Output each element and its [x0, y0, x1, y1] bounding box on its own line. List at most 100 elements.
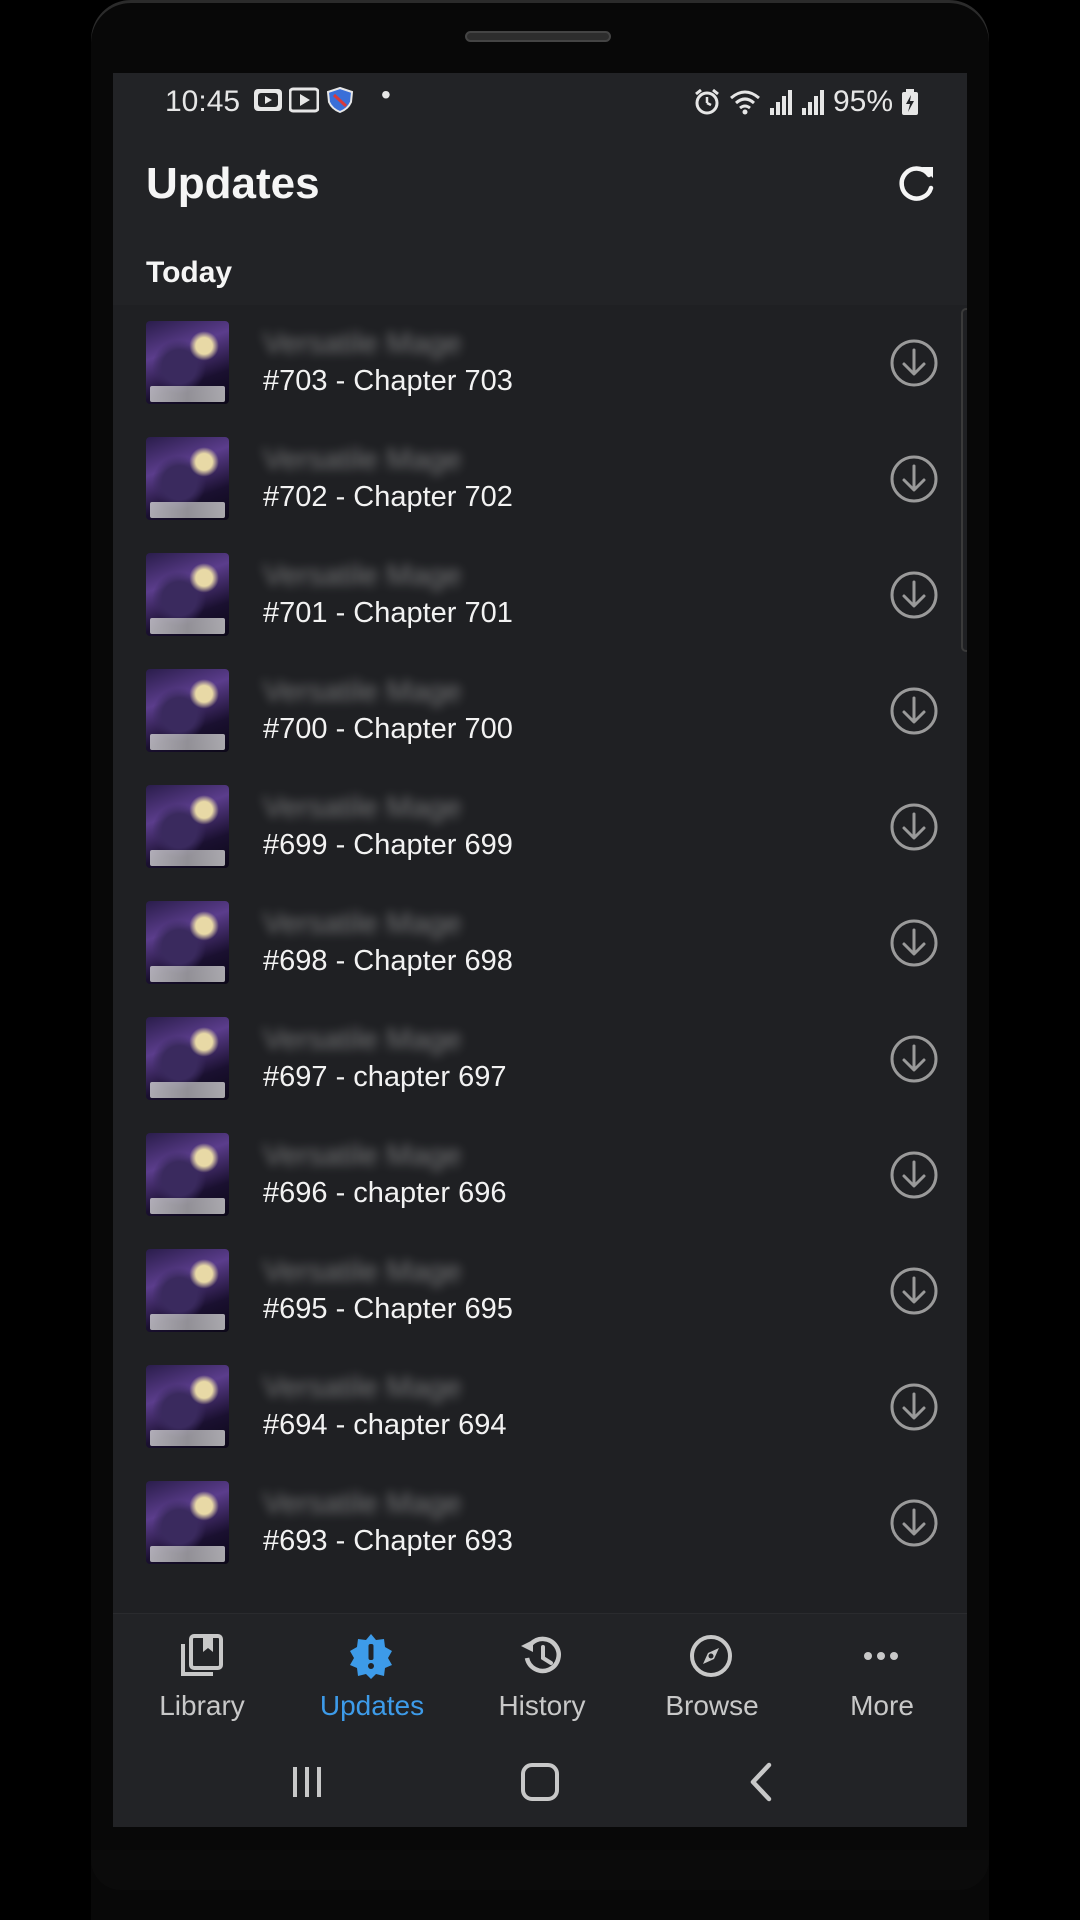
- download-icon[interactable]: [889, 570, 939, 620]
- cover-title-art: [150, 502, 225, 518]
- cover-title-art: [150, 1314, 225, 1330]
- update-list-item[interactable]: Versatile Mage #701 - Chapter 701: [113, 537, 967, 653]
- phone-chin: [91, 1850, 989, 1890]
- updates-badge-icon: [350, 1634, 392, 1679]
- series-title: Versatile Mage: [263, 1487, 462, 1520]
- manga-cover-thumbnail: [146, 669, 229, 752]
- series-title: Versatile Mage: [263, 1255, 462, 1288]
- updates-list: Versatile Mage #703 - Chapter 703 Versatil…: [113, 305, 967, 1685]
- home-button[interactable]: [510, 1757, 570, 1807]
- manga-cover-thumbnail: [146, 437, 229, 520]
- manga-cover-thumbnail: [146, 1133, 229, 1216]
- status-bar: 10:45 • 95%: [113, 73, 967, 125]
- download-icon[interactable]: [889, 1382, 939, 1432]
- cover-title-art: [150, 1546, 225, 1562]
- wifi-icon: [729, 90, 760, 115]
- bottom-navigation: Library Updates History Browse More: [113, 1613, 967, 1736]
- chapter-title: #702 - Chapter 702: [263, 481, 513, 513]
- chapter-title: #693 - Chapter 693: [263, 1525, 513, 1557]
- download-icon[interactable]: [889, 454, 939, 504]
- cover-title-art: [150, 618, 225, 634]
- series-title: Versatile Mage: [263, 559, 462, 592]
- series-title: Versatile Mage: [263, 675, 462, 708]
- series-title: Versatile Mage: [263, 327, 462, 360]
- notification-icons: [253, 87, 355, 113]
- update-list-item[interactable]: Versatile Mage #700 - Chapter 700: [113, 653, 967, 769]
- manga-cover-thumbnail: [146, 1481, 229, 1564]
- download-icon[interactable]: [889, 1034, 939, 1084]
- nav-history[interactable]: History: [462, 1614, 622, 1736]
- more-horizontal-icon: [864, 1652, 898, 1660]
- cover-title-art: [150, 966, 225, 982]
- download-icon[interactable]: [889, 1150, 939, 1200]
- series-title: Versatile Mage: [263, 1023, 462, 1056]
- nav-more[interactable]: More: [802, 1614, 962, 1736]
- cover-title-art: [150, 1430, 225, 1446]
- cover-title-art: [150, 1198, 225, 1214]
- chapter-title: #696 - chapter 696: [263, 1177, 507, 1209]
- update-list-item[interactable]: Versatile Mage #699 - Chapter 699: [113, 769, 967, 885]
- nav-label-history: History: [498, 1690, 586, 1721]
- download-icon[interactable]: [889, 918, 939, 968]
- update-list-item[interactable]: Versatile Mage #696 - chapter 696: [113, 1117, 967, 1233]
- chapter-title: #699 - Chapter 699: [263, 829, 513, 861]
- manga-cover-thumbnail: [146, 1365, 229, 1448]
- nav-label-library: Library: [159, 1690, 245, 1721]
- refresh-icon[interactable]: [893, 161, 939, 207]
- chapter-title: #700 - Chapter 700: [263, 713, 513, 745]
- series-title: Versatile Mage: [263, 443, 462, 476]
- shield-notification-icon: [326, 87, 354, 113]
- update-list-item[interactable]: Versatile Mage #702 - Chapter 702: [113, 421, 967, 537]
- chapter-title: #695 - Chapter 695: [263, 1293, 513, 1325]
- back-button[interactable]: [733, 1757, 793, 1807]
- manga-cover-thumbnail: [146, 553, 229, 636]
- series-title: Versatile Mage: [263, 791, 462, 824]
- download-icon[interactable]: [889, 802, 939, 852]
- play-store-notification-icon: [289, 87, 319, 113]
- chapter-title: #701 - Chapter 701: [263, 597, 513, 629]
- chapter-title: #697 - chapter 697: [263, 1061, 507, 1093]
- nav-library[interactable]: Library: [122, 1614, 282, 1736]
- update-list-item[interactable]: Versatile Mage #698 - Chapter 698: [113, 885, 967, 1001]
- app-screen: 10:45 • 95% Updates Today Versatile Mage…: [113, 73, 967, 1827]
- cover-title-art: [150, 1082, 225, 1098]
- manga-cover-thumbnail: [146, 321, 229, 404]
- chapter-title: #698 - Chapter 698: [263, 945, 513, 977]
- signal-icon: [769, 90, 792, 115]
- download-icon[interactable]: [889, 1266, 939, 1316]
- cover-title-art: [150, 850, 225, 866]
- status-time: 10:45: [165, 85, 241, 118]
- series-title: Versatile Mage: [263, 907, 462, 940]
- nav-browse[interactable]: Browse: [632, 1614, 792, 1736]
- manga-cover-thumbnail: [146, 1017, 229, 1100]
- nav-label-browse: Browse: [665, 1690, 759, 1721]
- series-title: Versatile Mage: [263, 1139, 462, 1172]
- status-dot: •: [381, 79, 391, 110]
- update-list-item[interactable]: Versatile Mage #697 - chapter 697: [113, 1001, 967, 1117]
- cover-title-art: [150, 386, 225, 402]
- nav-updates[interactable]: Updates: [292, 1614, 452, 1736]
- scrollbar[interactable]: [961, 308, 967, 652]
- nav-label-more: More: [850, 1690, 914, 1721]
- battery-percentage: 95%: [832, 85, 893, 118]
- update-list-item[interactable]: Versatile Mage #695 - Chapter 695: [113, 1233, 967, 1349]
- youtube-notification-icon: [254, 89, 282, 111]
- nav-label-updates: Updates: [319, 1690, 425, 1721]
- manga-cover-thumbnail: [146, 1249, 229, 1332]
- chapter-title: #694 - chapter 694: [263, 1409, 507, 1441]
- download-icon[interactable]: [889, 686, 939, 736]
- recent-apps-button[interactable]: [277, 1757, 337, 1807]
- compass-icon: [690, 1635, 732, 1677]
- chapter-title: #703 - Chapter 703: [263, 365, 513, 397]
- system-navigation-bar: [113, 1735, 967, 1827]
- download-icon[interactable]: [889, 1498, 939, 1548]
- manga-cover-thumbnail: [146, 901, 229, 984]
- update-list-item[interactable]: Versatile Mage #703 - Chapter 703: [113, 305, 967, 421]
- download-icon[interactable]: [889, 338, 939, 388]
- update-list-item[interactable]: Versatile Mage #693 - Chapter 693: [113, 1465, 967, 1581]
- cover-title-art: [150, 734, 225, 750]
- update-list-item[interactable]: Versatile Mage #694 - chapter 694: [113, 1349, 967, 1465]
- earpiece-speaker: [465, 31, 611, 42]
- series-title: Versatile Mage: [263, 1371, 462, 1404]
- page-title: Updates: [146, 159, 320, 208]
